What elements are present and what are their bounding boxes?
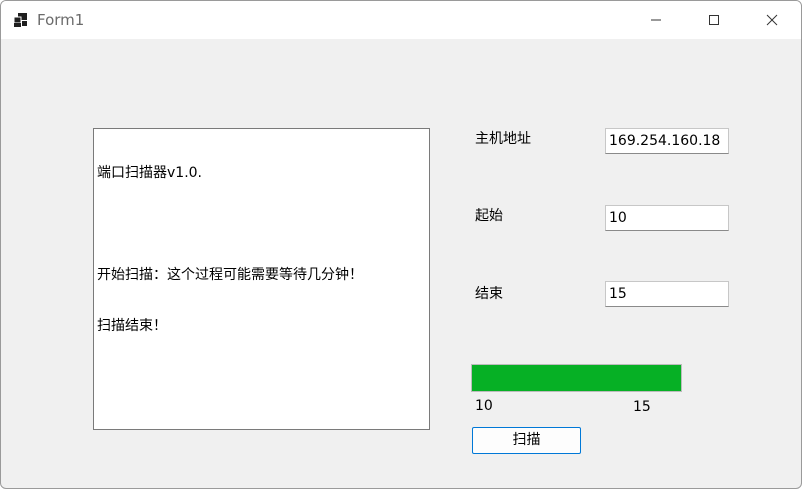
progress-fill	[472, 365, 681, 391]
scan-button[interactable]: 扫描	[472, 427, 581, 454]
end-port-input[interactable]	[605, 281, 729, 307]
maximize-button[interactable]	[685, 1, 743, 39]
log-line: 扫描结束！	[97, 318, 167, 334]
scan-progress-bar	[471, 364, 682, 392]
end-port-label: 结束	[475, 286, 503, 302]
start-port-label: 起始	[475, 208, 503, 224]
app-icon	[13, 12, 29, 28]
minimize-button[interactable]	[627, 1, 685, 39]
app-window: Form1 端口扫描器v1.0. 开始扫描：这个过程可能需要等待几分钟！ 扫描结…	[0, 0, 802, 489]
host-label: 主机地址	[475, 131, 531, 147]
minimize-icon	[650, 14, 662, 26]
window-title: Form1	[37, 11, 85, 29]
log-textbox[interactable]: 端口扫描器v1.0. 开始扫描：这个过程可能需要等待几分钟！ 扫描结束！	[93, 128, 430, 430]
start-port-input[interactable]	[605, 205, 729, 231]
host-input[interactable]	[605, 128, 729, 154]
log-line: 开始扫描：这个过程可能需要等待几分钟！	[97, 267, 363, 283]
log-line: 端口扫描器v1.0.	[97, 165, 202, 181]
title-bar[interactable]: Form1	[1, 1, 801, 39]
close-icon	[766, 14, 778, 26]
close-button[interactable]	[743, 1, 801, 39]
progress-min-label: 10	[475, 398, 493, 414]
progress-max-label: 15	[633, 399, 651, 415]
maximize-icon	[708, 14, 720, 26]
